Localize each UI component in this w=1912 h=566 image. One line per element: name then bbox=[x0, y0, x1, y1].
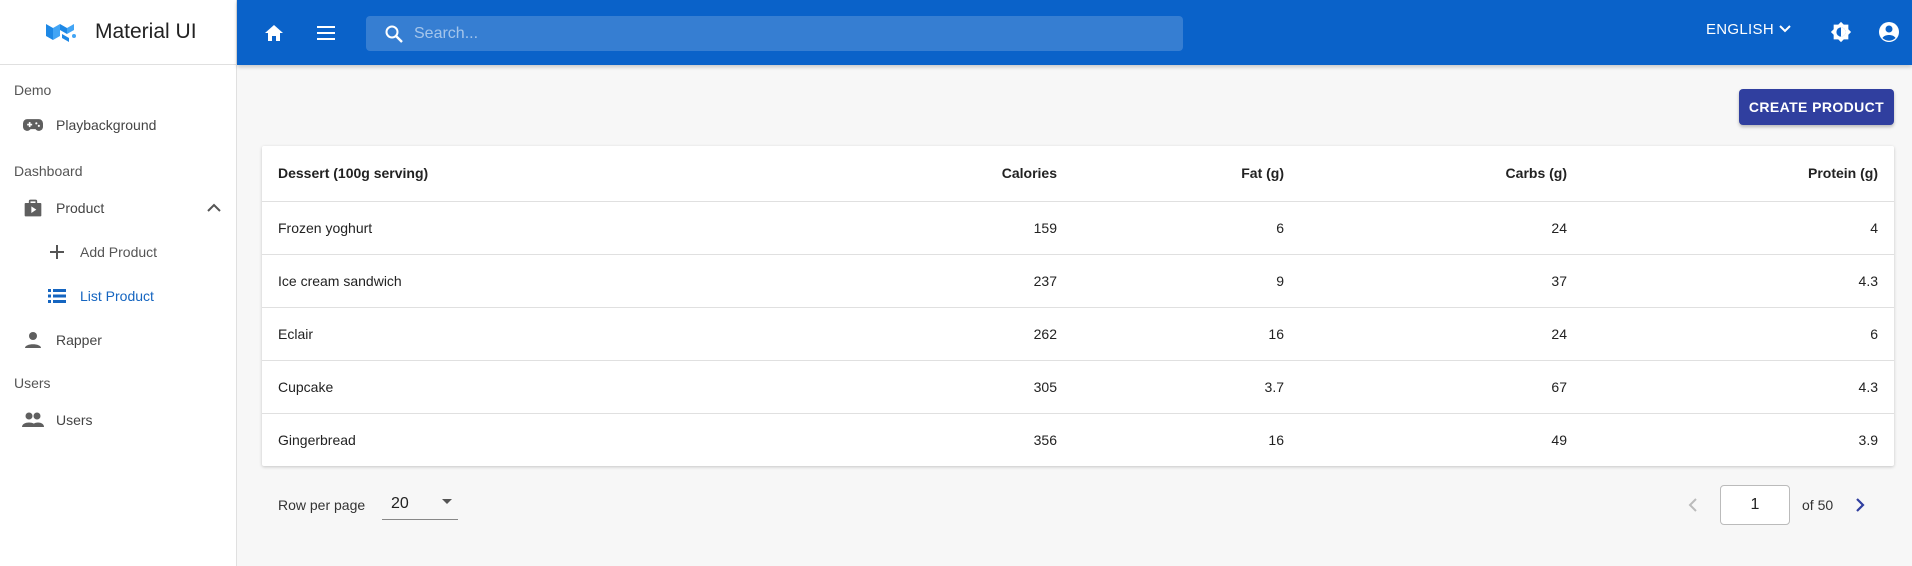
cell-carbs: 37 bbox=[1300, 254, 1583, 308]
sidebar-item-playbackground[interactable]: Playbackground bbox=[0, 103, 236, 147]
cell-dessert: Cupcake bbox=[262, 360, 833, 414]
table-row[interactable]: Frozen yoghurt 159 6 24 4 bbox=[262, 201, 1894, 255]
table-row[interactable]: Gingerbread 356 16 49 3.9 bbox=[262, 413, 1894, 466]
cell-dessert: Eclair bbox=[262, 307, 833, 361]
list-icon bbox=[46, 285, 68, 307]
cell-protein: 4.3 bbox=[1583, 360, 1894, 414]
cell-protein: 6 bbox=[1583, 307, 1894, 361]
search-input[interactable] bbox=[414, 24, 1174, 43]
mui-logo-icon bbox=[44, 19, 78, 45]
section-dashboard: Dashboard bbox=[14, 163, 83, 179]
language-select[interactable]: ENGLISH bbox=[1706, 20, 1796, 38]
cell-fat: 9 bbox=[1073, 254, 1300, 308]
cell-calories: 356 bbox=[1033, 431, 1057, 448]
chevron-down-icon bbox=[1778, 20, 1796, 38]
product-bag-icon bbox=[22, 197, 44, 219]
cell-protein: 4 bbox=[1583, 201, 1894, 255]
cell-fat: 6 bbox=[1073, 201, 1300, 255]
app-title: Material UI bbox=[95, 20, 197, 43]
search-bar[interactable] bbox=[366, 16, 1183, 51]
cell-fat: 3.7 bbox=[1073, 360, 1300, 414]
sidebar-item-list-product[interactable]: List Product bbox=[0, 274, 236, 318]
sidebar-item-label: Playbackground bbox=[56, 117, 157, 133]
sidebar-item-add-product[interactable]: Add Product bbox=[0, 230, 236, 274]
rows-per-page-select[interactable]: 20 bbox=[382, 488, 458, 520]
person-icon bbox=[22, 329, 44, 351]
cell-protein: 4.3 bbox=[1583, 254, 1894, 308]
page-number-input[interactable] bbox=[1720, 485, 1790, 525]
total-pages-label: of 50 bbox=[1802, 497, 1834, 513]
rows-per-page-label: Row per page bbox=[278, 497, 366, 513]
products-table: Dessert (100g serving) Calories Fat (g) … bbox=[262, 146, 1894, 466]
next-page-icon[interactable] bbox=[1847, 492, 1873, 518]
cell-carbs: 67 bbox=[1300, 360, 1583, 414]
col-header-dessert: Dessert (100g serving) bbox=[262, 146, 833, 202]
cell-calories: 159 bbox=[833, 201, 1073, 255]
col-header-calories: Calories bbox=[833, 146, 1073, 202]
theme-toggle-icon[interactable] bbox=[1821, 12, 1861, 52]
menu-icon[interactable] bbox=[306, 13, 346, 53]
cell-calories: 262 bbox=[833, 307, 1073, 361]
brand-header: Material UI bbox=[0, 0, 236, 65]
home-icon[interactable] bbox=[254, 13, 294, 53]
section-demo: Demo bbox=[14, 82, 52, 98]
col-header-carbs: Carbs (g) bbox=[1300, 146, 1583, 202]
table-row[interactable]: Eclair 262 16 24 6 bbox=[262, 307, 1894, 361]
cell-carbs: 49 bbox=[1551, 431, 1567, 448]
cell-dessert: Ice cream sandwich bbox=[262, 254, 833, 308]
table-header-row: Dessert (100g serving) Calories Fat (g) … bbox=[262, 146, 1894, 202]
account-circle-icon[interactable] bbox=[1869, 12, 1909, 52]
chevron-up-icon[interactable] bbox=[204, 198, 224, 218]
dropdown-arrow-icon bbox=[442, 499, 452, 504]
products-table-card: Dessert (100g serving) Calories Fat (g) … bbox=[262, 146, 1894, 466]
language-label: ENGLISH bbox=[1706, 20, 1774, 38]
cell-fat: 16 bbox=[1268, 431, 1284, 448]
sidebar-item-product[interactable]: Product bbox=[0, 186, 236, 230]
table-row[interactable]: Cupcake 305 3.7 67 4.3 bbox=[262, 360, 1894, 414]
sidebar-item-label: Add Product bbox=[80, 244, 158, 260]
plus-icon bbox=[46, 241, 68, 263]
group-icon bbox=[22, 409, 44, 431]
cell-calories: 237 bbox=[833, 254, 1073, 308]
sidebar-item-rapper[interactable]: Rapper bbox=[0, 318, 236, 362]
gamepad-icon bbox=[22, 114, 44, 136]
sidebar-item-label: Rapper bbox=[56, 332, 102, 348]
search-icon bbox=[384, 24, 404, 44]
section-users: Users bbox=[14, 375, 51, 391]
sidebar-item-label: Product bbox=[56, 200, 105, 216]
create-product-button[interactable]: CREATE PRODUCT bbox=[1739, 89, 1894, 125]
sidebar-item-label: Users bbox=[56, 412, 93, 428]
cell-carbs: 24 bbox=[1300, 307, 1583, 361]
cell-carbs: 24 bbox=[1300, 201, 1583, 255]
rows-per-page-value: 20 bbox=[391, 494, 409, 512]
cell-dessert: Frozen yoghurt bbox=[262, 201, 833, 255]
sidebar-item-label: List Product bbox=[80, 288, 154, 304]
cell-calories: 305 bbox=[833, 360, 1073, 414]
sidebar: Material UI Demo Playbackground Dashboar… bbox=[0, 0, 237, 566]
prev-page-icon[interactable] bbox=[1680, 492, 1706, 518]
cell-dessert: Gingerbread bbox=[278, 431, 356, 448]
col-header-fat: Fat (g) bbox=[1073, 146, 1300, 202]
cell-fat: 16 bbox=[1073, 307, 1300, 361]
table-row[interactable]: Ice cream sandwich 237 9 37 4.3 bbox=[262, 254, 1894, 308]
app-bar: ENGLISH bbox=[237, 0, 1912, 65]
cell-protein: 3.9 bbox=[1858, 431, 1878, 448]
col-header-protein: Protein (g) bbox=[1583, 146, 1894, 202]
pagination: Row per page 20 of 50 bbox=[262, 484, 1894, 526]
sidebar-item-users[interactable]: Users bbox=[0, 398, 236, 442]
